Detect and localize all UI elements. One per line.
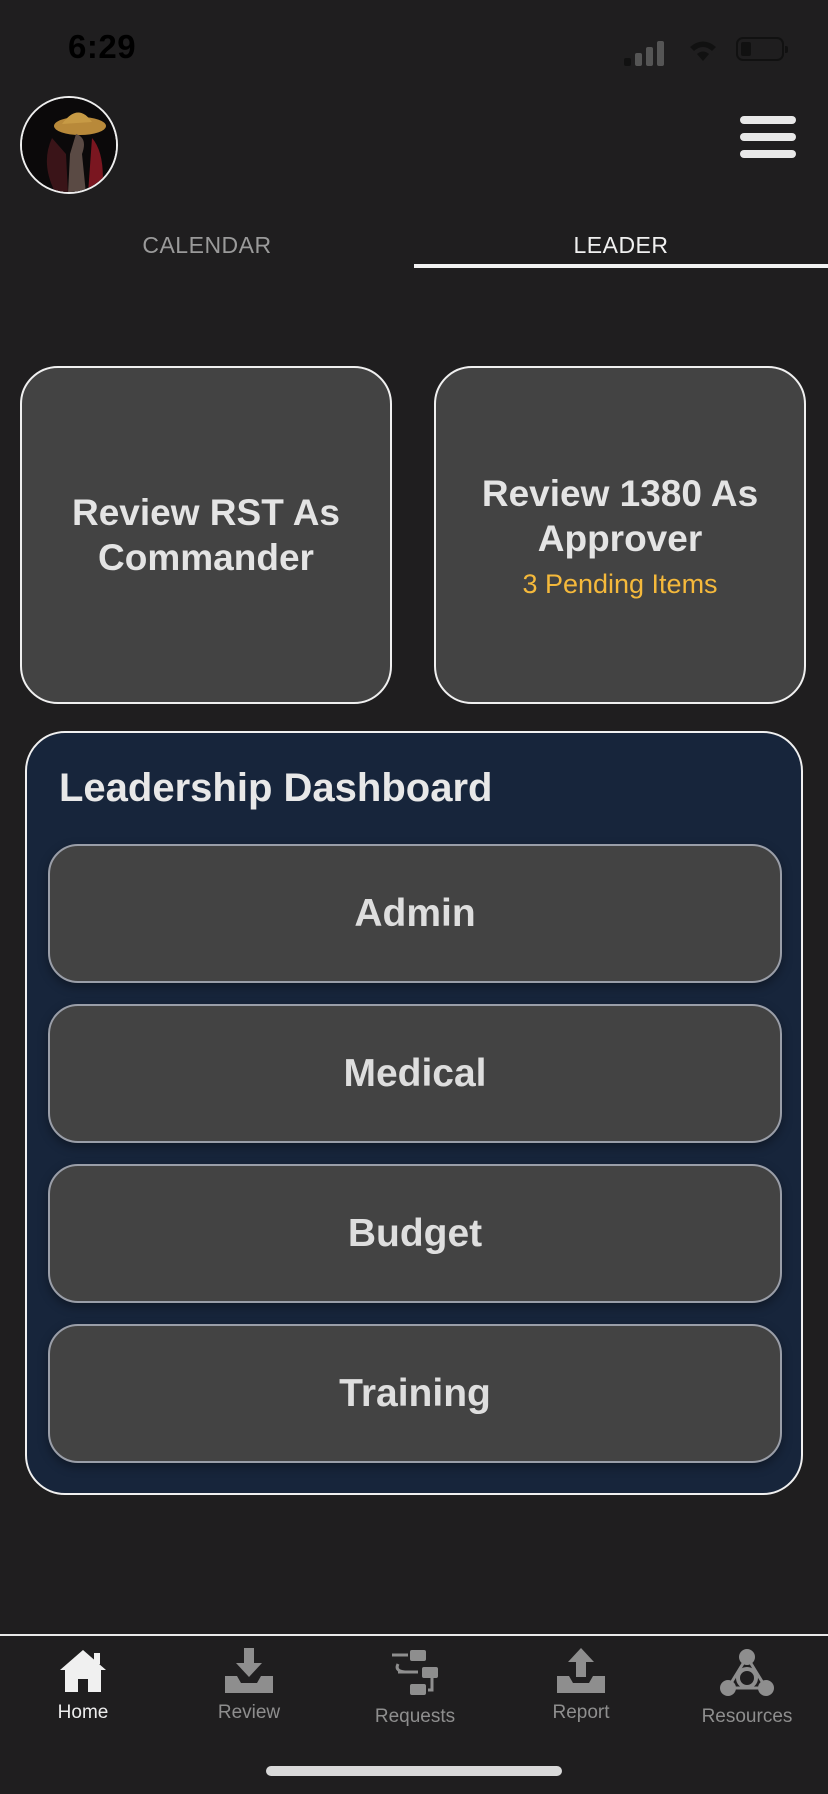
network-icon: [720, 1649, 774, 1696]
budget-button[interactable]: Budget: [48, 1164, 782, 1303]
pending-items-count: 3 Pending Items: [522, 568, 718, 599]
battery-icon: [736, 37, 788, 61]
nav-report-label: Report: [552, 1702, 610, 1723]
upload-tray-icon: [557, 1648, 605, 1693]
active-tab-indicator: [414, 264, 828, 268]
nav-home-label: Home: [57, 1702, 109, 1723]
nav-review[interactable]: Review: [166, 1648, 332, 1724]
dashboard-title: Leadership Dashboard: [59, 766, 493, 810]
medical-button[interactable]: Medical: [48, 1004, 782, 1143]
training-button[interactable]: Training: [48, 1324, 782, 1463]
review-1380-title: Review 1380 As Approver: [481, 472, 759, 559]
review-1380-card[interactable]: Review 1380 As Approver 3 Pending Items: [434, 366, 806, 704]
review-rst-card[interactable]: Review RST As Commander: [20, 366, 392, 704]
avatar-image: [22, 98, 116, 192]
home-indicator: [266, 1766, 562, 1776]
admin-button[interactable]: Admin: [48, 844, 782, 983]
nav-requests-label: Requests: [374, 1706, 456, 1727]
leadership-dashboard: Leadership Dashboard Admin Medical Budge…: [25, 731, 803, 1495]
status-time: 6:29: [68, 28, 137, 65]
nav-requests[interactable]: Requests: [332, 1648, 498, 1728]
tab-leader[interactable]: LEADER: [414, 232, 828, 259]
avatar[interactable]: [20, 96, 118, 194]
hamburger-menu-icon[interactable]: [740, 116, 796, 158]
cellular-signal-icon: [624, 40, 668, 66]
inbox-download-icon: [225, 1648, 273, 1693]
review-rst-title: Review RST As Commander: [72, 492, 340, 578]
status-icons: [624, 36, 794, 66]
home-icon: [60, 1650, 106, 1692]
workflow-icon: [392, 1650, 438, 1695]
nav-resources-label: Resources: [701, 1706, 793, 1727]
nav-review-label: Review: [217, 1702, 281, 1723]
wifi-icon: [690, 41, 716, 61]
tab-calendar[interactable]: CALENDAR: [0, 232, 414, 259]
nav-resources[interactable]: Resources: [664, 1648, 828, 1728]
nav-home[interactable]: Home: [0, 1648, 166, 1724]
nav-report[interactable]: Report: [498, 1648, 664, 1724]
